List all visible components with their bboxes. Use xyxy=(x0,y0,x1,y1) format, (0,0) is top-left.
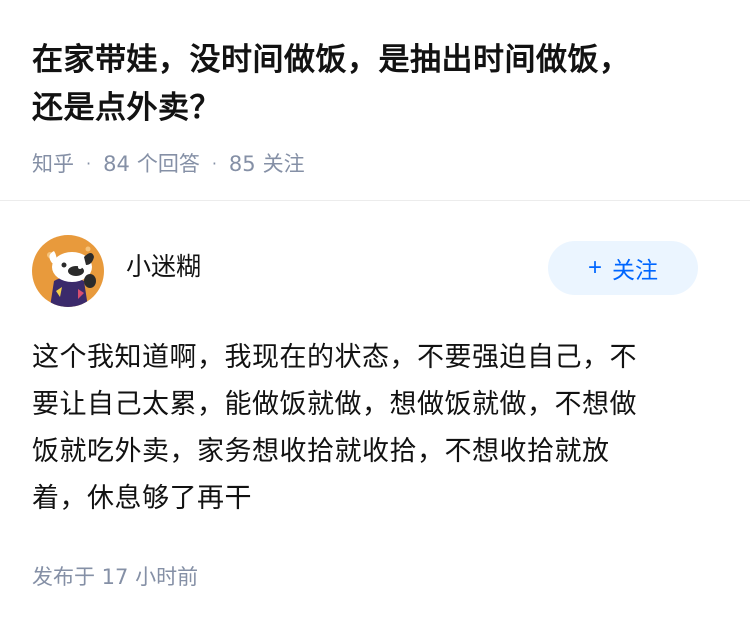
question-header: 在家带娃，没时间做饭，是抽出时间做饭， 还是点外卖？ 知乎 · 84 个回答 ·… xyxy=(32,36,722,178)
answer-count: 84 xyxy=(103,152,130,176)
question-meta: 知乎 · 84 个回答 · 85 关注 xyxy=(32,150,722,178)
question-title-line-2[interactable]: 还是点外卖？ xyxy=(32,84,722,132)
cartoon-dog-avatar-icon xyxy=(32,235,104,307)
separator-dot: · xyxy=(211,154,217,173)
follow-button[interactable]: + 关注 xyxy=(548,241,698,295)
follow-button-label: 关注 xyxy=(612,257,658,283)
answer-content-line: 饭就吃外卖，家务想收拾就收拾，不想收拾就放 xyxy=(32,436,610,467)
answer-content-line: 这个我知道啊，我现在的状态，不要强迫自己，不 xyxy=(32,342,637,373)
plus-icon: + xyxy=(587,254,602,281)
answer-content-line: 着，休息够了再干 xyxy=(32,483,252,514)
separator-dot: · xyxy=(86,154,92,173)
section-divider xyxy=(0,200,750,201)
answer-count-label: 个回答 xyxy=(136,152,200,176)
question-title[interactable]: 在家带娃，没时间做饭，是抽出时间做饭， 还是点外卖？ xyxy=(32,36,722,132)
follower-count-label: 关注 xyxy=(262,152,305,176)
answer-content-line: 要让自己太累，能做饭就做，想做饭就做，不想做 xyxy=(32,389,637,420)
answer-content[interactable]: 这个我知道啊，我现在的状态，不要强迫自己，不 要让自己太累，能做饭就做，想做饭就… xyxy=(32,334,698,522)
avatar[interactable] xyxy=(32,235,104,307)
follower-count: 85 xyxy=(228,152,256,176)
source-label: 知乎 xyxy=(32,152,74,176)
answer-author-row: 小迷糊 + 关注 xyxy=(32,235,698,307)
publish-time: 发布于 17 小时前 xyxy=(32,565,199,589)
author-name[interactable]: 小迷糊 xyxy=(126,251,201,283)
question-title-line-1[interactable]: 在家带娃，没时间做饭，是抽出时间做饭， xyxy=(32,36,722,84)
